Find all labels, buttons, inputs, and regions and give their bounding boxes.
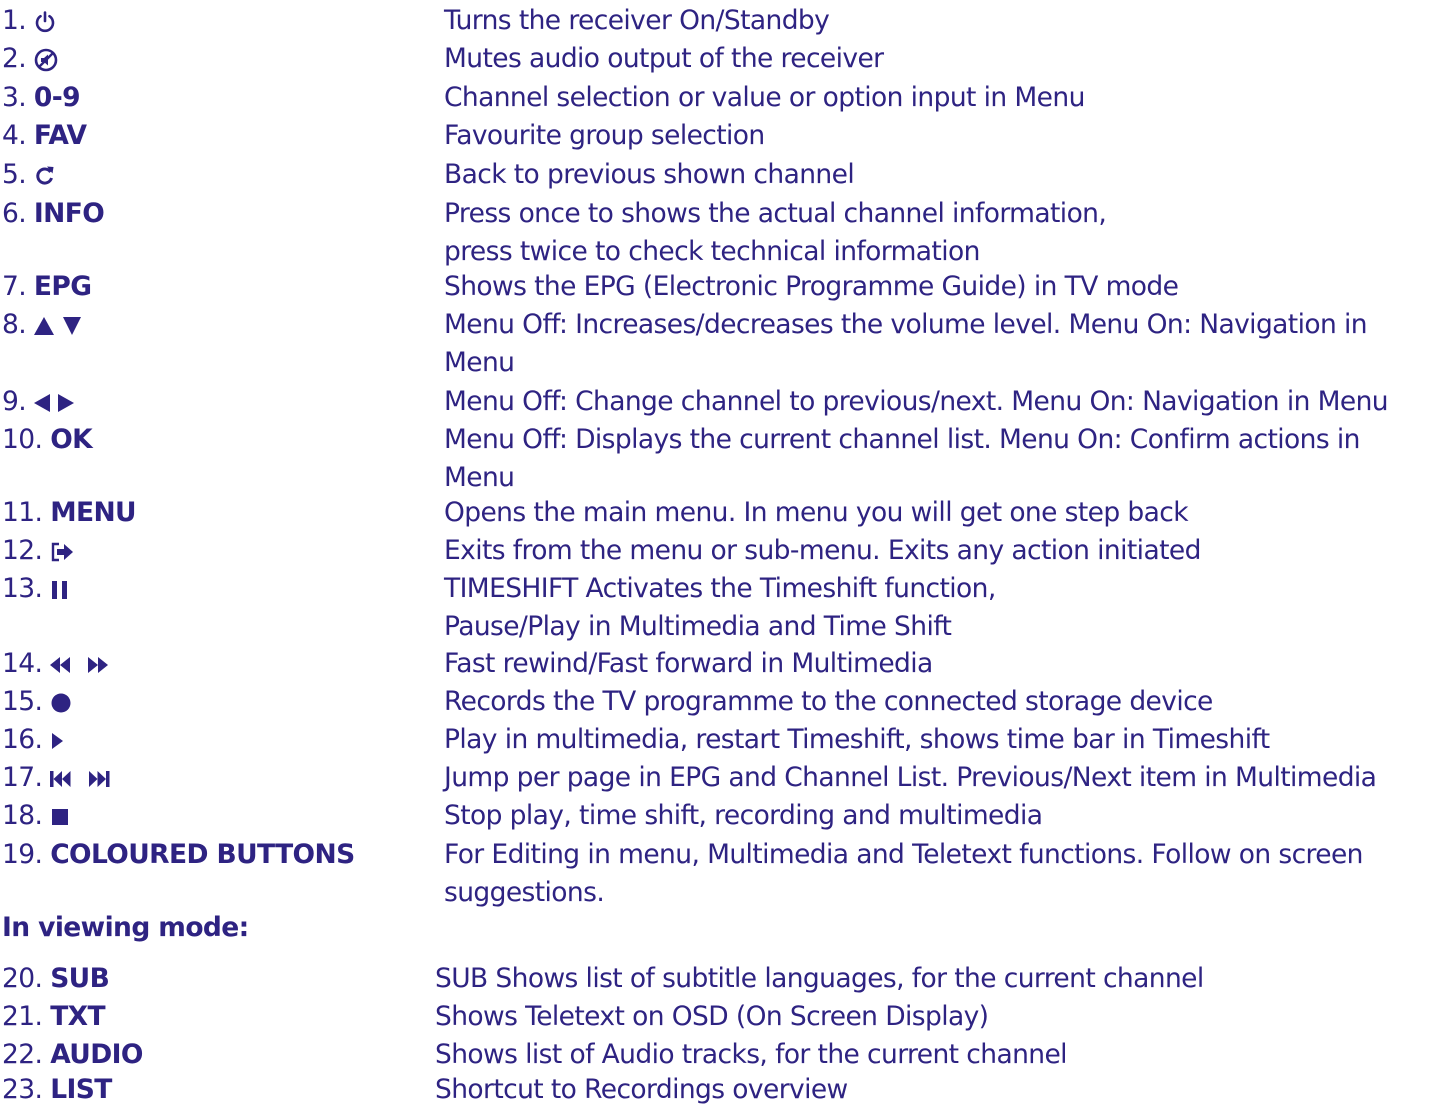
key-label: INFO: [33, 198, 105, 229]
item-description: Turns the receiver On/Standby: [444, 5, 830, 36]
item-number: 7.: [2, 271, 27, 302]
key-label: COLOURED BUTTONS: [50, 839, 355, 870]
item-number: 11.: [2, 497, 43, 528]
key-label: LIST: [50, 1074, 112, 1105]
item-description: Back to previous shown channel: [444, 159, 855, 190]
item-number: 16.: [2, 724, 43, 755]
item-number: 17.: [2, 762, 43, 793]
item-description: Exits from the menu or sub-menu. Exits a…: [444, 535, 1201, 566]
pause-icon: [50, 579, 70, 601]
item-description: Menu Off: Displays the current channel l…: [444, 424, 1360, 493]
item-number: 4.: [2, 120, 27, 151]
item-number: 9.: [2, 386, 27, 417]
item-description: Shortcut to Recordings overview: [435, 1074, 848, 1105]
item-number: 14.: [2, 648, 43, 679]
item-number: 6.: [2, 198, 27, 229]
skip-prev-next-icon: [50, 768, 116, 790]
item-description: Play in multimedia, restart Timeshift, s…: [444, 724, 1270, 755]
item-description: SUB Shows list of subtitle languages, fo…: [435, 963, 1204, 994]
item-description: Records the TV programme to the connecte…: [444, 686, 1213, 717]
section-heading: In viewing mode:: [2, 912, 249, 943]
item-description: Shows list of Audio tracks, for the curr…: [435, 1039, 1068, 1070]
item-number: 15.: [2, 686, 43, 717]
key-label: AUDIO: [50, 1039, 143, 1070]
item-description: Opens the main menu. In menu you will ge…: [444, 497, 1189, 528]
recall-icon: [34, 164, 56, 188]
rewind-forward-icon: [50, 654, 112, 676]
item-description: Channel selection or value or option inp…: [444, 82, 1085, 113]
item-number: 13.: [2, 573, 43, 604]
item-number: 18.: [2, 800, 43, 831]
item-number: 22.: [2, 1039, 43, 1070]
up-down-arrows-icon: [33, 315, 84, 337]
key-label: FAV: [33, 120, 87, 151]
item-number: 23.: [2, 1074, 43, 1105]
left-right-arrows-icon: [33, 392, 76, 414]
key-label: MENU: [50, 497, 136, 528]
item-number: 12.: [2, 535, 43, 566]
item-description: Shows the EPG (Electronic Programme Guid…: [444, 271, 1179, 302]
item-number: 3.: [2, 82, 27, 113]
key-label: 0-9: [33, 82, 81, 113]
exit-icon: [50, 541, 74, 563]
item-description: Stop play, time shift, recording and mul…: [444, 800, 1043, 831]
key-label: SUB: [50, 963, 110, 994]
mute-icon: [34, 48, 58, 72]
item-number: 10.: [2, 424, 43, 455]
item-number: 21.: [2, 1001, 43, 1032]
play-icon: [50, 730, 66, 752]
item-description: Press once to shows the actual channel i…: [444, 198, 1107, 267]
key-label: TXT: [50, 1001, 105, 1032]
item-description: Menu Off: Change channel to previous/nex…: [444, 386, 1389, 417]
item-description: For Editing in menu, Multimedia and Tele…: [444, 839, 1363, 908]
key-label: EPG: [33, 271, 92, 302]
power-icon: [34, 10, 56, 34]
item-description: TIMESHIFT Activates the Timeshift functi…: [444, 573, 996, 642]
item-description: Mutes audio output of the receiver: [444, 43, 884, 74]
item-description: Fast rewind/Fast forward in Multimedia: [444, 648, 933, 679]
item-number: 5.: [2, 159, 27, 190]
item-description: Shows Teletext on OSD (On Screen Display…: [435, 1001, 989, 1032]
item-number: 1.: [2, 5, 27, 36]
key-label: OK: [50, 424, 93, 455]
item-number: 20.: [2, 963, 43, 994]
item-number: 2.: [2, 43, 27, 74]
stop-icon: [50, 806, 70, 828]
record-icon: [50, 692, 72, 714]
item-description: Menu Off: Increases/decreases the volume…: [444, 309, 1368, 378]
item-description: Favourite group selection: [444, 120, 765, 151]
item-number: 19.: [2, 839, 43, 870]
item-description: Jump per page in EPG and Channel List. P…: [444, 762, 1377, 793]
item-number: 8.: [2, 309, 27, 340]
